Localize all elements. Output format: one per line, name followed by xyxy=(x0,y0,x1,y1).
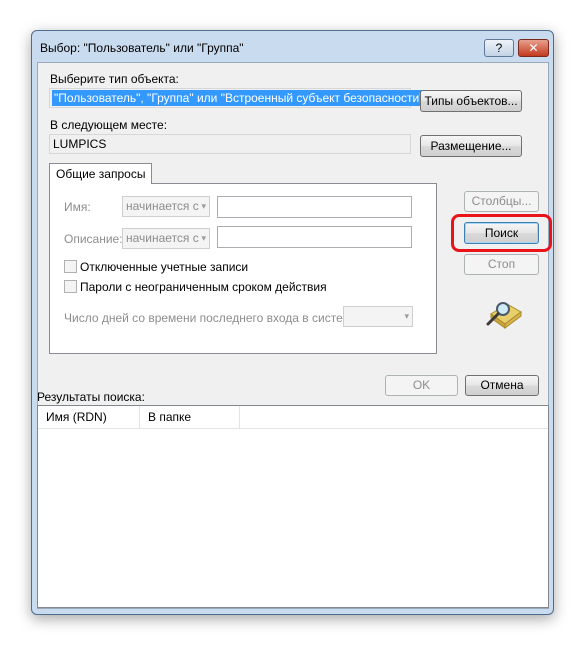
description-mode-value: начинается с xyxy=(126,231,199,245)
chevron-down-icon: ▾ xyxy=(404,311,409,321)
results-label: Результаты поиска: xyxy=(37,390,145,404)
help-button[interactable]: ? xyxy=(484,39,514,57)
search-button-highlight xyxy=(451,214,552,252)
days-since-logon-label: Число дней со времени последнего входа в… xyxy=(64,311,361,325)
name-input[interactable] xyxy=(217,196,412,218)
column-header-name[interactable]: Имя (RDN) xyxy=(38,406,140,429)
description-input[interactable] xyxy=(217,226,412,248)
location-label: В следующем месте: xyxy=(50,118,168,132)
close-icon: ✕ xyxy=(528,41,539,55)
location-button[interactable]: Размещение... xyxy=(420,135,522,157)
name-mode-combo[interactable]: начинается с ▾ xyxy=(122,196,210,217)
column-header-folder[interactable]: В папке xyxy=(140,406,240,429)
help-icon: ? xyxy=(495,41,503,55)
ok-button[interactable]: OK xyxy=(385,375,458,396)
chevron-down-icon: ▾ xyxy=(201,201,206,211)
description-label: Описание: xyxy=(64,232,123,246)
object-type-value: "Пользователь", "Группа" или "Встроенный… xyxy=(52,90,426,106)
window-title: Выбор: "Пользователь" или "Группа" xyxy=(40,41,244,55)
object-type-label: Выберите тип объекта: xyxy=(50,72,179,86)
disabled-accounts-checkbox[interactable] xyxy=(64,260,77,273)
stop-button[interactable]: Стоп xyxy=(464,254,539,275)
name-mode-value: начинается с xyxy=(126,199,199,213)
object-type-field[interactable]: "Пользователь", "Группа" или "Встроенный… xyxy=(49,88,426,108)
column-header-filler xyxy=(240,406,548,429)
no-expire-passwords-label: Пароли с неограниченным сроком действия xyxy=(80,280,327,294)
name-label: Имя: xyxy=(64,200,91,214)
cancel-button[interactable]: Отмена xyxy=(465,375,539,396)
description-mode-combo[interactable]: начинается с ▾ xyxy=(122,228,210,249)
search-icon xyxy=(486,302,522,329)
chevron-down-icon: ▾ xyxy=(201,233,206,243)
location-field[interactable]: LUMPICS xyxy=(49,134,411,154)
results-list[interactable]: Имя (RDN) В папке xyxy=(37,405,549,608)
disabled-accounts-label: Отключенные учетные записи xyxy=(80,260,249,274)
columns-button[interactable]: Столбцы... xyxy=(464,191,539,212)
object-types-button[interactable]: Типы объектов... xyxy=(420,90,522,112)
no-expire-passwords-checkbox[interactable] xyxy=(64,280,77,293)
days-since-logon-combo[interactable]: ▾ xyxy=(343,306,413,327)
tab-common-queries[interactable]: Общие запросы xyxy=(49,163,153,184)
close-button[interactable]: ✕ xyxy=(518,39,549,57)
